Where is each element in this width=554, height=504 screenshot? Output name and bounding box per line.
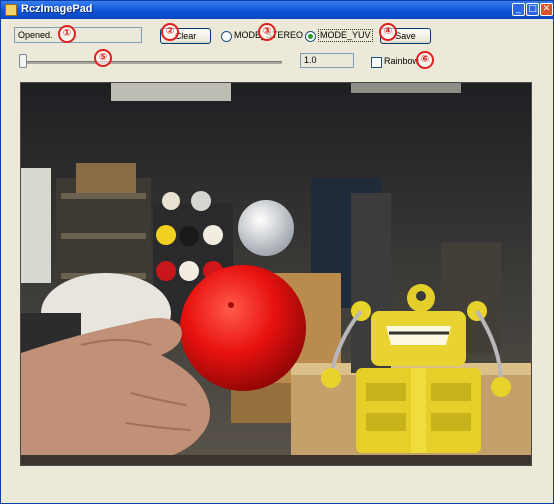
callout-marker-4: ④ [379,23,397,41]
red-ball [180,265,306,391]
maximize-button[interactable]: □ [526,3,539,16]
radio-mode-yuv[interactable] [305,31,316,42]
callout-marker-3: ③ [258,23,276,41]
callout-marker-6: ⑥ [416,51,434,69]
radio-mode-stereo[interactable] [221,31,232,42]
callout-marker-2: ② [161,23,179,41]
scale-slider-track[interactable] [22,61,282,64]
rainbow-checkbox[interactable] [371,57,382,68]
radio-selected-dot [308,34,313,39]
camera-scene [21,83,531,465]
title-bar[interactable]: RczImagePad _ □ ✕ [1,1,553,19]
status-field: Opened. [14,27,142,43]
rainbow-checkbox-label[interactable]: Rainbow [384,56,419,66]
app-window: RczImagePad _ □ ✕ Opened. Clear MODE_STE… [0,0,554,504]
camera-image [20,82,532,466]
scale-slider-thumb[interactable] [19,54,27,68]
callout-marker-5: ⑤ [94,49,112,67]
minimize-button[interactable]: _ [512,3,525,16]
callout-marker-1: ① [58,25,76,43]
window-title: RczImagePad [21,3,93,15]
app-icon [5,4,17,16]
radio-mode-yuv-label[interactable]: MODE_YUV [318,29,373,42]
close-button[interactable]: ✕ [540,3,553,16]
scale-value-field: 1.0 [300,53,354,68]
